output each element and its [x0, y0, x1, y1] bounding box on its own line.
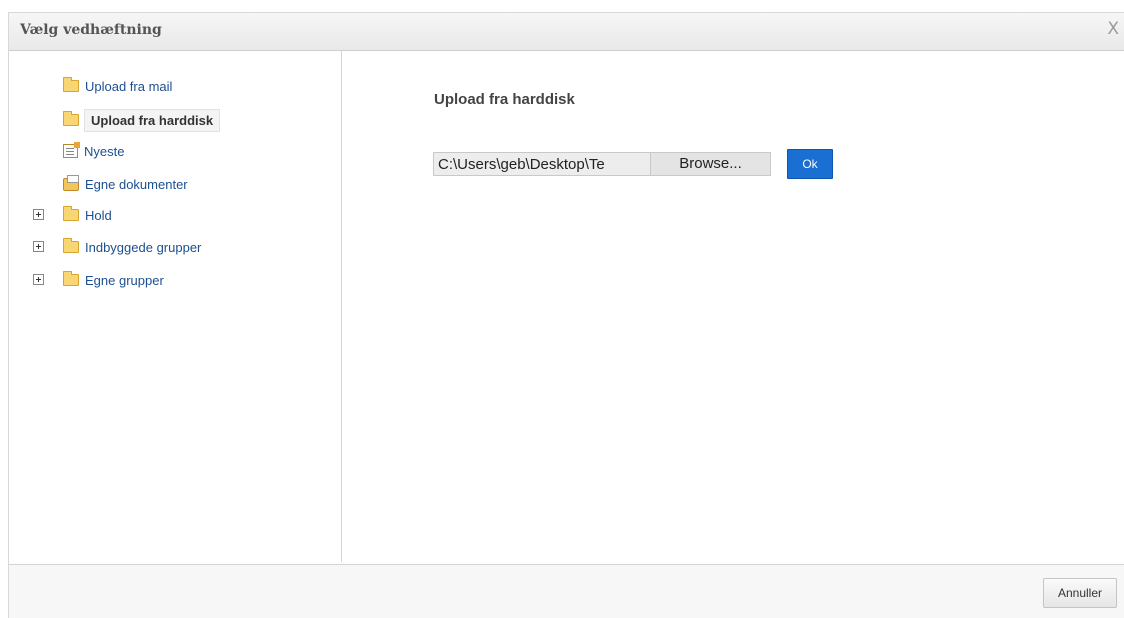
folder-icon [63, 77, 79, 92]
tree-item-upload-from-harddisk[interactable]: Upload fra harddisk [63, 106, 221, 134]
dialog-title: Vælg vedhæftning [20, 22, 162, 38]
expand-icon[interactable] [33, 241, 44, 252]
tree-item-newest[interactable]: Nyeste [63, 140, 124, 162]
ok-button[interactable]: Ok [787, 149, 833, 179]
expand-icon[interactable] [33, 209, 44, 220]
dialog-content: Upload fra mail Upload fra harddisk Nyes… [9, 51, 1124, 562]
documents-icon [63, 174, 79, 191]
tree-item-own-documents[interactable]: Egne dokumenter [63, 173, 188, 195]
tree-item-label: Indbyggede grupper [85, 239, 202, 255]
tree-item-label: Upload fra mail [85, 78, 173, 94]
cancel-button[interactable]: Annuller [1043, 578, 1117, 608]
tree-item-own-groups[interactable]: Egne grupper [33, 269, 164, 291]
expand-icon[interactable] [33, 274, 44, 285]
tree-item-label: Egne grupper [85, 272, 164, 288]
file-upload-row: C:\Users\geb\Desktop\Te Browse... Ok [433, 149, 833, 179]
browse-button[interactable]: Browse... [651, 152, 771, 176]
upload-panel: Upload fra harddisk C:\Users\geb\Desktop… [342, 51, 1124, 562]
tree-item-label: Nyeste [84, 143, 125, 159]
dialog-footer: Annuller [9, 564, 1124, 618]
tree-item-label: Egne dokumenter [85, 176, 188, 192]
attachment-dialog: Vælg vedhæftning X Upload fra mail Uploa… [8, 12, 1124, 618]
file-path-input[interactable]: C:\Users\geb\Desktop\Te [433, 152, 651, 176]
panel-heading: Upload fra harddisk [434, 91, 575, 108]
folder-icon [63, 111, 79, 126]
folder-icon [63, 206, 79, 221]
tree-item-label: Upload fra harddisk [84, 108, 221, 132]
tree-item-hold[interactable]: Hold [33, 204, 112, 226]
document-icon [63, 142, 80, 158]
tree-item-built-in-groups[interactable]: Indbyggede grupper [33, 236, 202, 258]
source-tree: Upload fra mail Upload fra harddisk Nyes… [9, 51, 342, 562]
dialog-titlebar: Vælg vedhæftning X [9, 13, 1124, 51]
folder-icon [63, 238, 79, 253]
folder-icon [63, 271, 79, 286]
close-icon[interactable]: X [1107, 19, 1119, 39]
tree-item-label: Hold [85, 207, 112, 223]
tree-item-upload-from-mail[interactable]: Upload fra mail [63, 75, 172, 97]
